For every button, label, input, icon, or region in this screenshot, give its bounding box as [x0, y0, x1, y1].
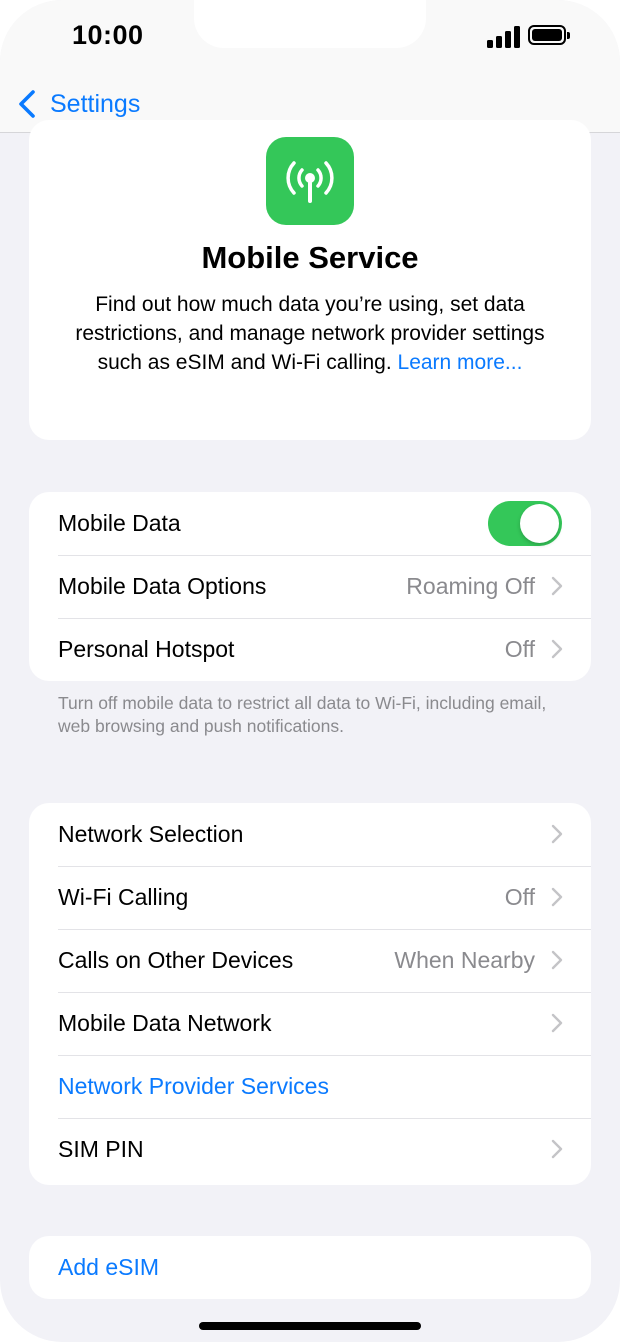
row-label: Mobile Data — [58, 510, 181, 536]
esim-group: Add eSIM — [29, 1236, 591, 1299]
notch — [194, 0, 426, 48]
mobile-data-row: Mobile Data — [29, 492, 591, 555]
chevron-right-icon — [551, 576, 563, 596]
network-provider-services-link[interactable]: Network Provider Services — [58, 1073, 329, 1100]
mobile-service-icon — [266, 137, 354, 225]
row-value: Roaming Off — [406, 573, 535, 599]
row-label: Mobile Data Options — [58, 573, 267, 599]
network-group: Network Selection Wi-Fi Calling Off Call… — [29, 803, 591, 1185]
chevron-left-icon — [19, 90, 35, 118]
chevron-right-icon — [551, 1139, 563, 1159]
learn-more-link[interactable]: Learn more... — [398, 351, 523, 374]
row-value: When Nearby — [394, 947, 535, 973]
antenna-icon — [286, 161, 334, 203]
row-label: Network Selection — [58, 821, 244, 847]
page-title: Mobile Service — [201, 240, 419, 275]
chevron-right-icon — [551, 1013, 563, 1033]
wifi-calling-row[interactable]: Wi-Fi Calling Off — [29, 866, 591, 929]
row-value: Off — [504, 636, 535, 662]
sim-pin-row[interactable]: SIM PIN — [29, 1118, 591, 1181]
status-time: 10:00 — [72, 20, 144, 50]
back-button[interactable]: Settings — [16, 84, 140, 124]
battery-icon — [528, 25, 570, 45]
add-esim-row[interactable]: Add eSIM — [29, 1236, 591, 1299]
row-label: Wi-Fi Calling — [58, 884, 189, 910]
mobile-data-network-row[interactable]: Mobile Data Network — [29, 992, 591, 1055]
mobile-service-header-card: Mobile Service Find out how much data yo… — [29, 120, 591, 440]
network-provider-services-row[interactable]: Network Provider Services — [29, 1055, 591, 1118]
header-description: Find out how much data you’re using, set… — [73, 290, 547, 377]
chevron-right-icon — [551, 824, 563, 844]
mobile-data-group: Mobile Data Mobile Data Options Roaming … — [29, 492, 591, 681]
calls-on-other-devices-row[interactable]: Calls on Other Devices When Nearby — [29, 929, 591, 992]
row-label: Mobile Data Network — [58, 1010, 272, 1036]
row-value: Off — [504, 884, 535, 910]
chevron-right-icon — [551, 639, 563, 659]
mobile-data-toggle[interactable] — [488, 501, 562, 546]
home-indicator[interactable] — [199, 1322, 421, 1330]
add-esim-button[interactable]: Add eSIM — [58, 1254, 159, 1281]
personal-hotspot-row[interactable]: Personal Hotspot Off — [29, 618, 591, 681]
row-label: SIM PIN — [58, 1136, 144, 1162]
cellular-signal-icon — [487, 26, 521, 48]
network-selection-row[interactable]: Network Selection — [29, 803, 591, 866]
mobile-data-options-row[interactable]: Mobile Data Options Roaming Off — [29, 555, 591, 618]
toggle-knob — [520, 504, 559, 543]
mobile-data-footer-note: Turn off mobile data to restrict all dat… — [58, 693, 547, 736]
back-label: Settings — [50, 89, 141, 118]
row-label: Personal Hotspot — [58, 636, 235, 662]
row-label: Calls on Other Devices — [58, 947, 294, 973]
chevron-right-icon — [551, 950, 563, 970]
chevron-right-icon — [551, 887, 563, 907]
phone-screen: 10:00 Settings Mobile Service Find out h… — [0, 0, 620, 1342]
status-bar: 10:00 — [0, 0, 620, 80]
